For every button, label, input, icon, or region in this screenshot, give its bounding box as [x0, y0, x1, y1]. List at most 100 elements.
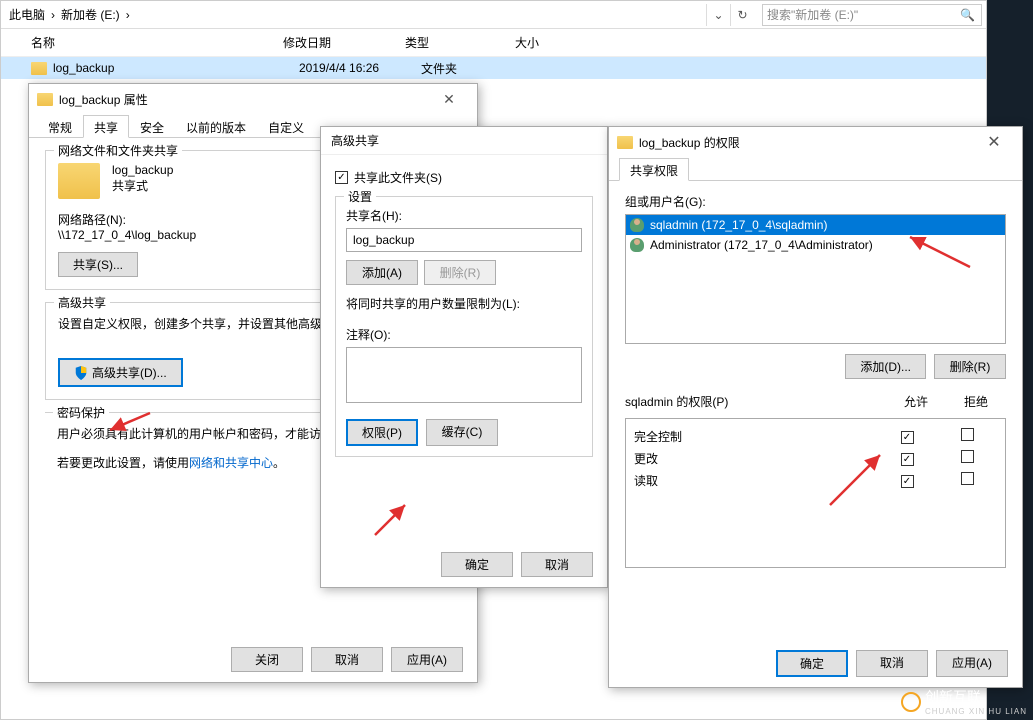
col-name[interactable]: 名称	[31, 34, 283, 51]
chevron-right-icon: ›	[126, 8, 130, 22]
user-list[interactable]: sqladmin (172_17_0_4\sqladmin) Administr…	[625, 214, 1006, 344]
watermark-sub: CHUANG XIN HU LIAN	[925, 707, 1027, 716]
watermark-text: 创新互联	[925, 687, 1027, 707]
tabs: 共享权限	[609, 157, 1022, 181]
dialog-titlebar: log_backup 的权限 ✕	[609, 127, 1022, 157]
allow-label: 允许	[886, 393, 946, 410]
cache-button[interactable]: 缓存(C)	[426, 419, 498, 446]
note-label: 注释(O):	[346, 326, 582, 343]
allow-checkbox[interactable]: ✓	[901, 453, 914, 466]
deny-checkbox[interactable]	[961, 450, 974, 463]
cancel-button[interactable]: 取消	[856, 650, 928, 677]
column-headers: 名称 修改日期 类型 大小	[1, 29, 986, 57]
cancel-button[interactable]: 取消	[311, 647, 383, 672]
share-name-input[interactable]: log_backup	[346, 228, 582, 252]
permissions-button[interactable]: 权限(P)	[346, 419, 418, 446]
cancel-button[interactable]: 取消	[521, 552, 593, 577]
folder-name: log_backup	[112, 163, 173, 177]
file-row[interactable]: log_backup 2019/4/4 16:26 文件夹	[1, 57, 986, 79]
share-name-label: 共享名(H):	[346, 207, 582, 224]
deny-checkbox[interactable]	[961, 472, 974, 485]
ok-button[interactable]: 确定	[441, 552, 513, 577]
ok-button[interactable]: 确定	[776, 650, 848, 677]
large-folder-icon	[58, 163, 100, 199]
limit-label: 将同时共享的用户数量限制为(L):	[346, 295, 582, 312]
permission-list: 完全控制 ✓ 更改 ✓ 读取 ✓	[625, 418, 1006, 568]
close-button[interactable]: 关闭	[231, 647, 303, 672]
advanced-share-button[interactable]: 高级共享(D)...	[58, 358, 183, 387]
shield-icon	[74, 366, 88, 380]
watermark-logo-icon	[901, 692, 921, 712]
allow-checkbox[interactable]: ✓	[901, 431, 914, 444]
group-title: 高级共享	[54, 294, 110, 311]
col-size[interactable]: 大小	[515, 34, 595, 51]
network-center-link[interactable]: 网络和共享中心	[189, 456, 273, 470]
group-title: 密码保护	[53, 404, 109, 421]
user-icon	[630, 218, 644, 232]
delete-button[interactable]: 删除(R)	[424, 260, 496, 285]
allow-checkbox[interactable]: ✓	[901, 475, 914, 488]
breadcrumb-part[interactable]: 此电脑	[9, 6, 45, 23]
perm-row: 完全控制 ✓	[626, 425, 1005, 447]
settings-group: 设置 共享名(H): log_backup 添加(A) 删除(R) 将同时共享的…	[335, 196, 593, 457]
tab-security[interactable]: 安全	[129, 115, 175, 138]
share-folder-checkbox[interactable]: ✓ 共享此文件夹(S)	[335, 169, 593, 186]
adv-share-label: 高级共享(D)...	[92, 364, 167, 381]
perm-for-label: sqladmin 的权限(P)	[625, 393, 886, 410]
perm-row: 更改 ✓	[626, 447, 1005, 469]
folder-icon	[617, 136, 633, 149]
dialog-title: 高级共享	[321, 127, 607, 155]
delete-user-button[interactable]: 删除(R)	[934, 354, 1006, 379]
col-type[interactable]: 类型	[405, 34, 515, 51]
search-placeholder: 搜索"新加卷 (E:)"	[767, 6, 858, 23]
tab-share-permissions[interactable]: 共享权限	[619, 158, 689, 181]
user-name: sqladmin (172_17_0_4\sqladmin)	[650, 218, 827, 232]
dialog-title: log_backup 的权限	[639, 134, 974, 151]
chevron-right-icon: ›	[51, 8, 55, 22]
apply-button[interactable]: 应用(A)	[936, 650, 1008, 677]
perm-name: 更改	[634, 450, 877, 467]
user-icon	[630, 238, 644, 252]
group-title: 网络文件和文件夹共享	[54, 142, 182, 159]
address-bar: 此电脑 › 新加卷 (E:) › ⌄ ↻ 搜索"新加卷 (E:)" 🔍	[1, 1, 986, 29]
checkbox-checked-icon: ✓	[335, 171, 348, 184]
add-button[interactable]: 添加(A)	[346, 260, 418, 285]
checkbox-label: 共享此文件夹(S)	[354, 169, 442, 186]
dialog-title: log_backup 属性	[59, 91, 429, 108]
close-icon[interactable]: ✕	[429, 91, 469, 108]
folder-icon	[31, 62, 47, 75]
perm-name: 完全控制	[634, 428, 877, 445]
deny-label: 拒绝	[946, 393, 1006, 410]
perm-row: 读取 ✓	[626, 469, 1005, 491]
tab-general[interactable]: 常规	[37, 115, 83, 138]
share-status: 共享式	[112, 177, 173, 194]
users-label: 组或用户名(G):	[625, 193, 1006, 210]
watermark: 创新互联 CHUANG XIN HU LIAN	[901, 687, 1027, 716]
apply-button[interactable]: 应用(A)	[391, 647, 463, 672]
dropdown-icon[interactable]: ⌄	[706, 4, 730, 26]
group-title: 设置	[344, 188, 376, 205]
share-button[interactable]: 共享(S)...	[58, 252, 138, 277]
add-user-button[interactable]: 添加(D)...	[845, 354, 926, 379]
pwd-link-prefix: 若要更改此设置，请使用	[57, 456, 189, 470]
user-name: Administrator (172_17_0_4\Administrator)	[650, 238, 873, 252]
deny-checkbox[interactable]	[961, 428, 974, 441]
file-date: 2019/4/4 16:26	[299, 61, 421, 75]
file-type: 文件夹	[421, 60, 531, 77]
permissions-dialog: log_backup 的权限 ✕ 共享权限 组或用户名(G): sqladmin…	[608, 126, 1023, 688]
refresh-icon[interactable]: ↻	[730, 4, 754, 26]
advanced-share-dialog: 高级共享 ✓ 共享此文件夹(S) 设置 共享名(H): log_backup 添…	[320, 126, 608, 588]
note-textarea[interactable]	[346, 347, 582, 403]
col-date[interactable]: 修改日期	[283, 34, 405, 51]
tab-share[interactable]: 共享	[83, 115, 129, 138]
tab-previous[interactable]: 以前的版本	[175, 115, 257, 138]
user-item[interactable]: Administrator (172_17_0_4\Administrator)	[626, 235, 1005, 255]
breadcrumb[interactable]: 此电脑 › 新加卷 (E:) ›	[5, 6, 706, 23]
file-name: log_backup	[53, 61, 299, 75]
search-input[interactable]: 搜索"新加卷 (E:)" 🔍	[762, 4, 982, 26]
close-icon[interactable]: ✕	[974, 132, 1014, 152]
breadcrumb-part[interactable]: 新加卷 (E:)	[61, 6, 120, 23]
tab-custom[interactable]: 自定义	[257, 115, 315, 138]
dialog-titlebar: log_backup 属性 ✕	[29, 84, 477, 114]
user-item[interactable]: sqladmin (172_17_0_4\sqladmin)	[626, 215, 1005, 235]
